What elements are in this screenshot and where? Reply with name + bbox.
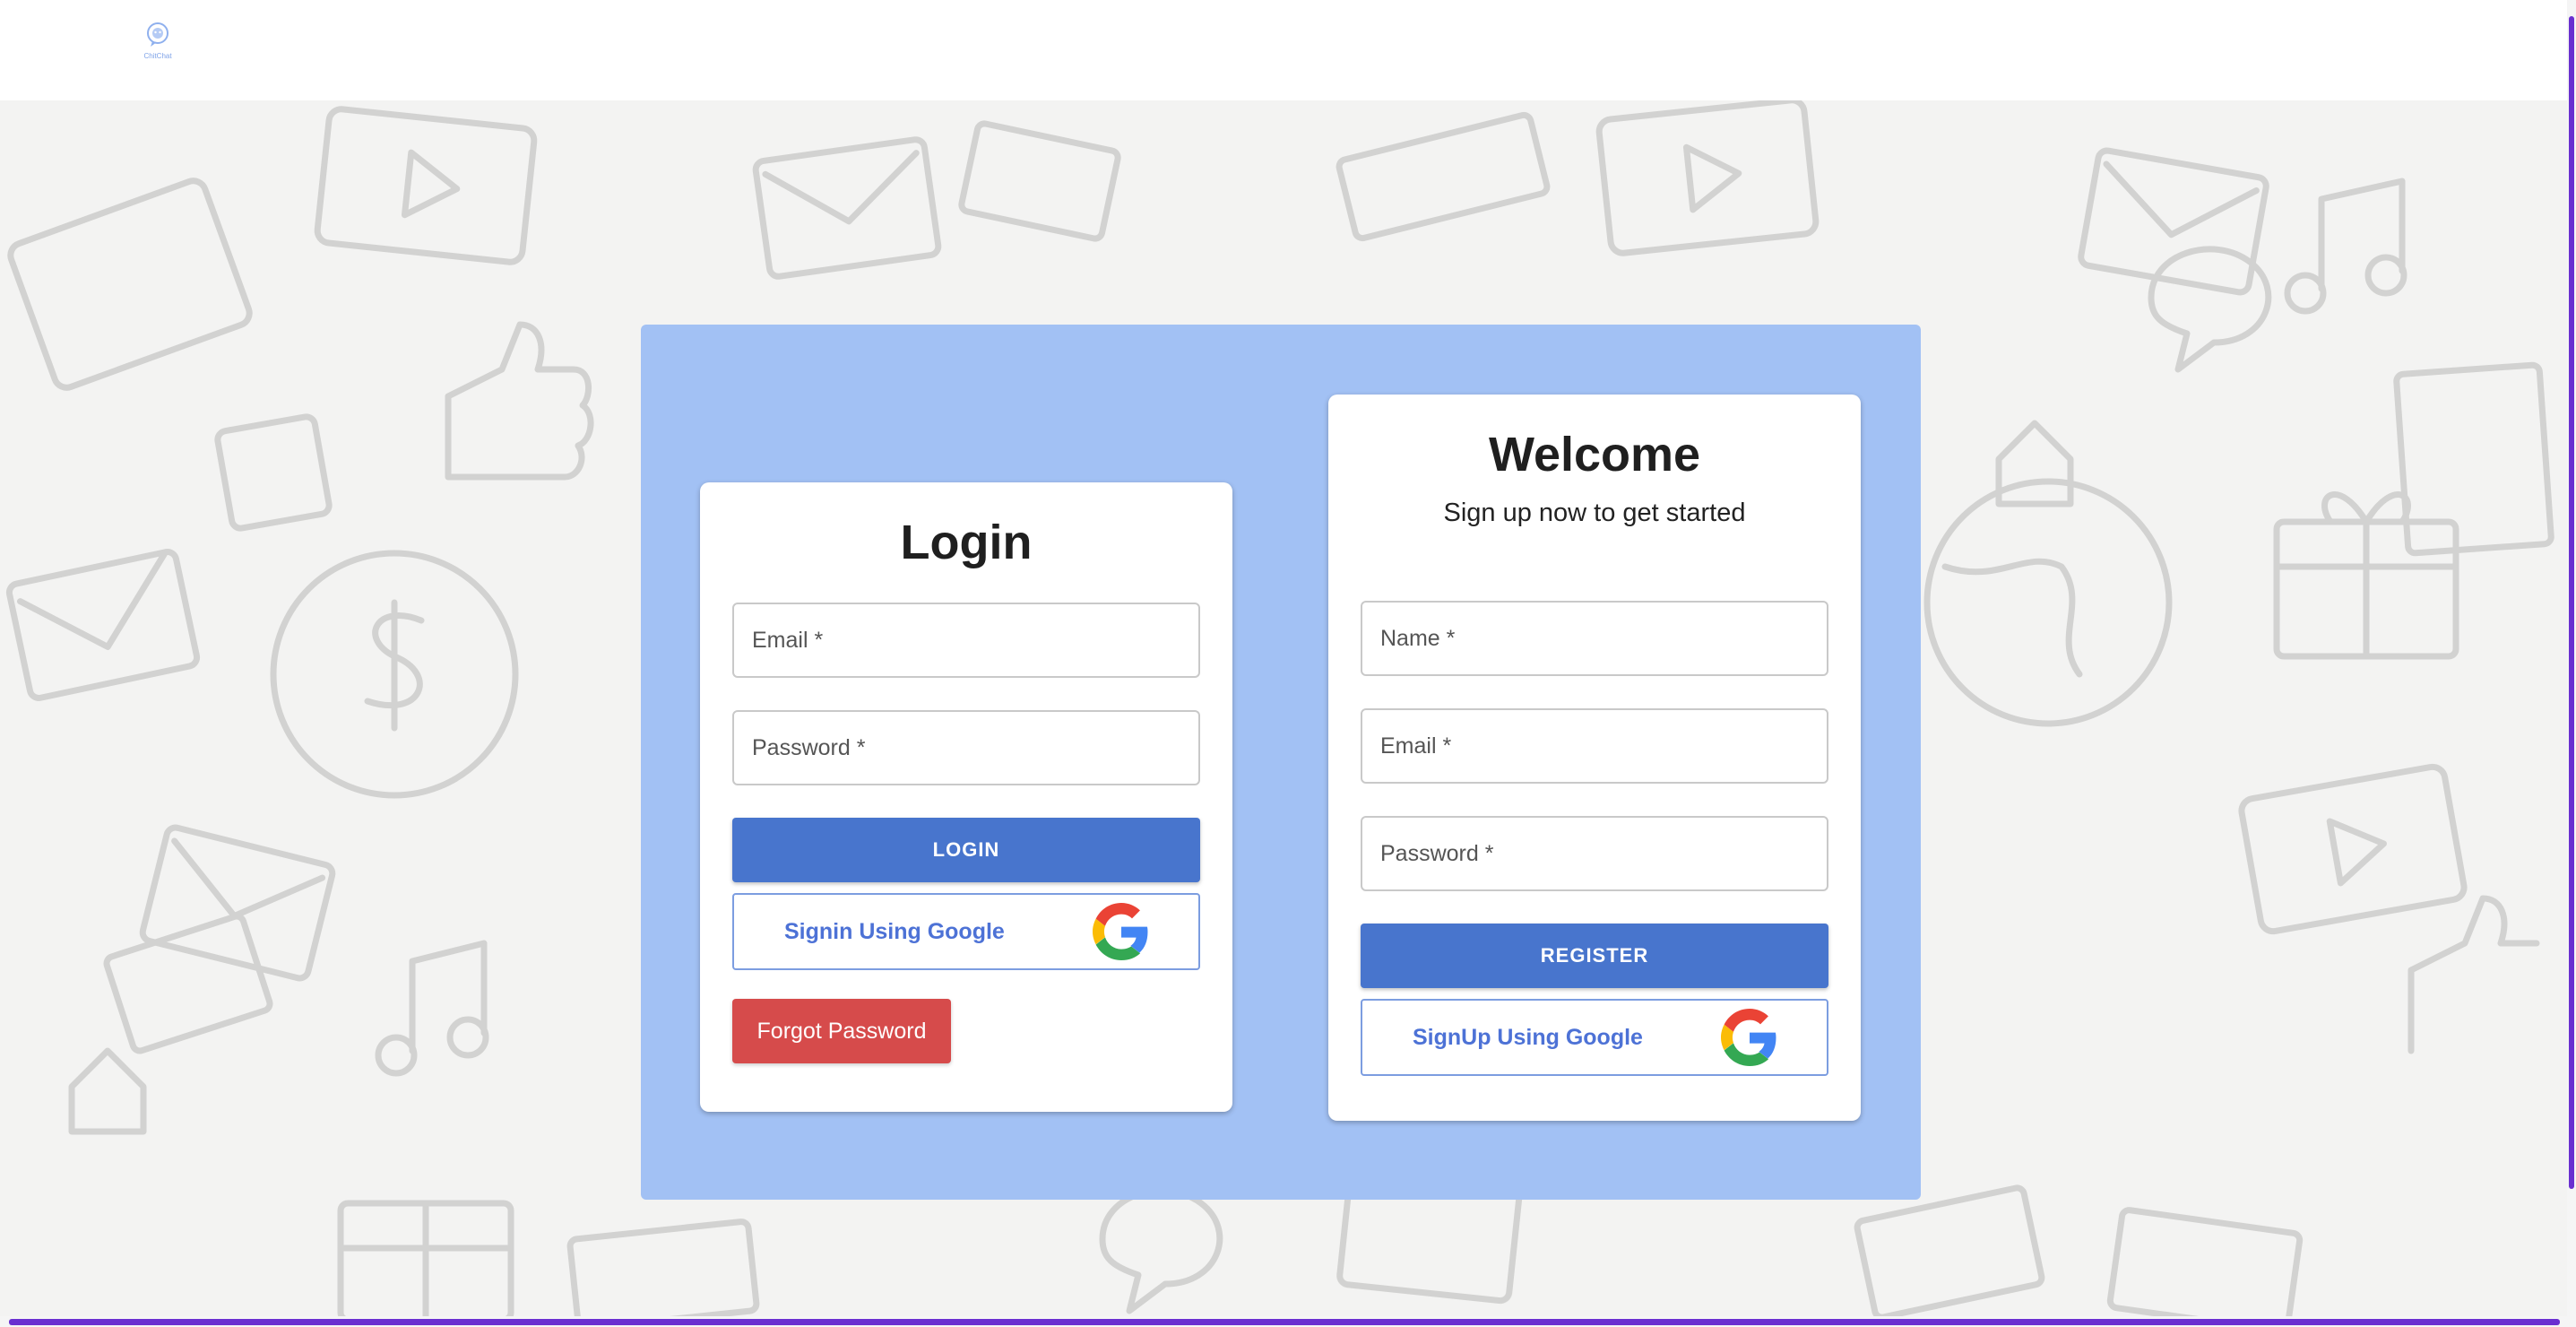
register-button[interactable]: REGISTER — [1361, 924, 1828, 988]
top-header: ChitChat — [0, 0, 2567, 100]
signin-google-label: Signin Using Google — [784, 918, 1005, 944]
vertical-scrollbar-thumb[interactable] — [2569, 16, 2574, 1189]
login-card: Login LOGIN Signin Using Google Forgot P… — [700, 482, 1232, 1112]
forgot-password-button[interactable]: Forgot Password — [732, 999, 951, 1063]
register-card: Welcome Sign up now to get started REGIS… — [1328, 395, 1861, 1121]
horizontal-scrollbar-thumb[interactable] — [9, 1319, 2560, 1325]
logo-text: ChitChat — [143, 52, 172, 60]
register-name-field-wrapper — [1361, 601, 1828, 676]
signup-google-button[interactable]: SignUp Using Google — [1361, 999, 1828, 1076]
register-password-field[interactable] — [1362, 818, 1827, 889]
login-button[interactable]: LOGIN — [732, 818, 1200, 882]
vertical-scrollbar[interactable] — [2567, 0, 2576, 1316]
login-email-field-wrapper — [732, 603, 1200, 678]
login-title: Login — [900, 516, 1033, 569]
horizontal-scrollbar[interactable] — [0, 1316, 2576, 1327]
login-email-field[interactable] — [734, 604, 1198, 676]
register-title: Welcome — [1488, 428, 1701, 481]
register-email-field-wrapper — [1361, 708, 1828, 784]
login-password-field-wrapper — [732, 710, 1200, 785]
google-g-icon — [1721, 1009, 1776, 1066]
chat-bubble-logo-icon — [147, 22, 169, 47]
register-name-field[interactable] — [1362, 603, 1827, 674]
google-g-icon — [1093, 903, 1148, 960]
register-email-field[interactable] — [1362, 710, 1827, 782]
login-password-field[interactable] — [734, 712, 1198, 784]
signin-google-button[interactable]: Signin Using Google — [732, 893, 1200, 970]
register-password-field-wrapper — [1361, 816, 1828, 891]
signup-google-label: SignUp Using Google — [1413, 1024, 1643, 1050]
register-subtitle: Sign up now to get started — [1443, 499, 1746, 527]
auth-panel: Login LOGIN Signin Using Google Forgot P… — [641, 325, 1921, 1200]
app-logo[interactable]: ChitChat — [134, 22, 181, 68]
